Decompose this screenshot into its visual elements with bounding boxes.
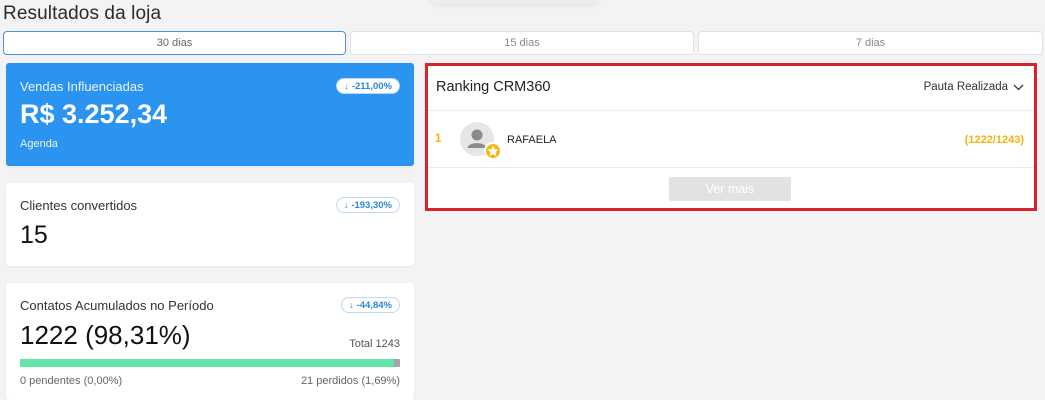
divider	[428, 110, 1034, 111]
star-icon	[484, 142, 502, 160]
card-label: Vendas Influenciadas	[20, 79, 144, 94]
card-sublabel: Agenda	[20, 138, 58, 150]
tab-15-dias[interactable]: 15 dias	[350, 31, 694, 55]
ranking-title: Ranking CRM360	[436, 79, 551, 95]
card-label: Clientes convertidos	[20, 198, 138, 213]
ver-mais-button[interactable]: Ver mais	[669, 177, 791, 201]
user-name: RAFAELA	[507, 134, 557, 146]
variation-badge: ↓ -44,84%	[341, 297, 400, 313]
filter-label: Pauta Realizada	[923, 81, 1008, 93]
lost-label: 21 perdidos (1,69%)	[300, 375, 400, 387]
ranking-crm360-panel: Ranking CRM360 Pauta Realizada 1 RAFAELA	[425, 63, 1037, 211]
pending-label: 0 pendentes (0,00%)	[20, 375, 123, 387]
arrow-down-icon: ↓	[343, 200, 349, 210]
page-title: Resultados da loja	[3, 3, 162, 24]
card-value: 15	[20, 221, 48, 249]
chevron-down-icon	[1013, 84, 1024, 90]
tab-30-dias[interactable]: 30 dias	[3, 31, 346, 55]
card-value: 1222 (98,31%)	[20, 320, 191, 350]
divider	[428, 167, 1034, 168]
card-value: R$ 3.252,34	[20, 99, 168, 129]
card-label: Contatos Acumulados no Período	[20, 298, 214, 313]
progress-fill	[20, 359, 394, 367]
arrow-down-icon: ↓	[344, 81, 349, 91]
variation-badge: ↓ -211,00%	[336, 78, 400, 94]
period-tabs: 30 dias 15 dias 7 dias	[3, 31, 1043, 55]
total-label: Total 1243	[349, 338, 400, 350]
clientes-convertidos-card: Clientes convertidos ↓ -193,30% 15	[6, 183, 414, 266]
contatos-acumulados-card: Contatos Acumulados no Período ↓ -44,84% …	[6, 283, 414, 400]
rank-position: 1	[435, 133, 442, 145]
arrow-down-icon: ↓	[349, 300, 354, 310]
tab-7-dias[interactable]: 7 dias	[698, 31, 1043, 55]
variation-badge: ↓ -193,30%	[335, 197, 400, 213]
top-scroll-handle	[430, 0, 600, 4]
user-score: (1222/1243)	[964, 134, 1024, 146]
ranking-row[interactable]: 1 RAFAELA (1222/1243)	[428, 113, 1034, 169]
vendas-influenciadas-card: Vendas Influenciadas ↓ -211,00% R$ 3.252,…	[6, 63, 414, 166]
store-results-page: Resultados da loja 30 dias 15 dias 7 dia…	[0, 0, 1045, 400]
contacts-progress-bar	[20, 359, 400, 367]
ranking-filter-dropdown[interactable]: Pauta Realizada	[924, 81, 1024, 93]
